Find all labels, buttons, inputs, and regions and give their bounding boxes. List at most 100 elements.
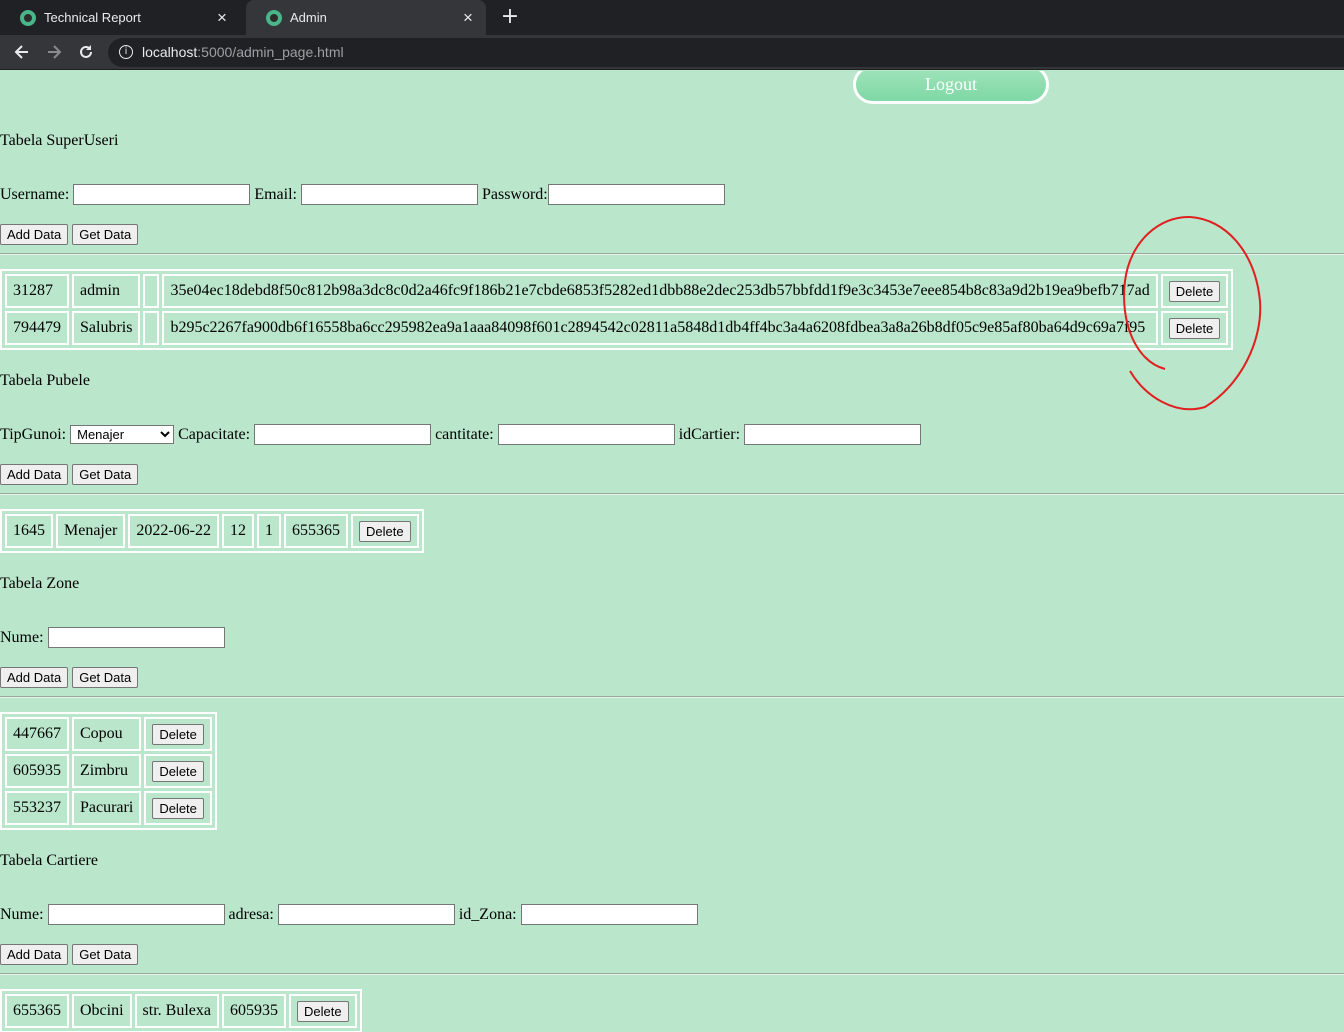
adresa-field[interactable] — [277, 904, 455, 925]
id-cartier-label: idCartier: — [678, 425, 741, 443]
nume-label: Nume: — [0, 628, 44, 646]
tip-gunoi-select[interactable]: Menajer — [70, 425, 175, 444]
table-row: 794479 Salubris b295c2267fa900db6f16558b… — [5, 311, 1229, 345]
username-field[interactable] — [73, 184, 251, 205]
cell-email — [143, 274, 160, 308]
cell-password: b295c2267fa900db6f16558ba6cc295982ea9a1a… — [162, 311, 1158, 345]
table-row: 447667 Copou Delete — [5, 717, 212, 751]
adresa-label: adresa: — [228, 905, 274, 923]
nume-field[interactable] — [47, 627, 225, 648]
email-label: Email: — [254, 185, 297, 203]
cell-id-cartier: 655365 — [283, 514, 348, 548]
pubele-form: TipGunoi: Menajer Capacitate: cantitate:… — [0, 424, 925, 445]
tab-title: Technical Report — [44, 10, 141, 25]
cantitate-field[interactable] — [497, 424, 675, 445]
address-bar[interactable]: i localhost:5000/admin_page.html — [108, 38, 1344, 67]
password-label: Password: — [481, 185, 548, 203]
divider — [0, 253, 1344, 255]
pubele-actions: Add Data Get Data — [0, 464, 142, 485]
cell-id: 794479 — [5, 311, 69, 345]
delete-button[interactable]: Delete — [152, 723, 204, 745]
site-favicon-icon — [20, 9, 36, 26]
browser-tab-bar: Technical Report × Admin × + — [0, 0, 1344, 35]
password-field[interactable] — [547, 184, 725, 205]
capacitate-label: Capacitate: — [178, 425, 251, 443]
cell-data: 2022-06-22 — [128, 514, 219, 548]
delete-button[interactable]: Delete — [152, 797, 204, 819]
superuseri-table: 31287 admin 35e04ec18debd8f50c812b98a3dc… — [0, 269, 1234, 350]
browser-toolbar: i localhost:5000/admin_page.html — [0, 35, 1344, 70]
cell-nume: Obcini — [72, 994, 132, 1028]
reload-icon[interactable] — [72, 38, 100, 66]
table-row: 1645 Menajer 2022-06-22 12 1 655365 Dele… — [5, 514, 419, 548]
zone-form: Nume: — [0, 627, 229, 648]
cell-password: 35e04ec18debd8f50c812b98a3dc8c0d2a46fc9f… — [162, 274, 1158, 308]
new-tab-icon[interactable]: + — [498, 4, 522, 30]
table-row: 31287 admin 35e04ec18debd8f50c812b98a3dc… — [5, 274, 1229, 308]
cell-tip: Menajer — [56, 514, 126, 548]
add-data-button[interactable]: Add Data — [0, 944, 69, 965]
nume-label: Nume: — [0, 905, 44, 923]
zone-title: Tabela Zone — [0, 575, 80, 592]
cell-id: 553237 — [5, 791, 69, 825]
cartiere-table: 655365 Obcini str. Bulexa 605935 Delete — [0, 989, 362, 1032]
cell-capacitate: 12 — [221, 514, 254, 548]
cell-username: admin — [72, 274, 141, 308]
site-favicon-icon — [266, 9, 282, 26]
zone-table: 447667 Copou Delete 605935 Zimbru Delete… — [0, 712, 217, 830]
tab-technical-report[interactable]: Technical Report × — [0, 0, 240, 35]
cartiere-title: Tabela Cartiere — [0, 852, 98, 869]
add-data-button[interactable]: Add Data — [0, 224, 69, 245]
delete-button[interactable]: Delete — [1168, 317, 1221, 339]
cell-email — [143, 311, 160, 345]
logout-button[interactable]: Logout — [853, 71, 1049, 104]
pubele-title: Tabela Pubele — [0, 372, 90, 389]
cell-id: 605935 — [5, 754, 69, 788]
divider — [0, 696, 1344, 698]
cantitate-label: cantitate: — [435, 425, 494, 443]
id-cartier-field[interactable] — [744, 424, 922, 445]
cell-username: Salubris — [72, 311, 141, 345]
arrow-right-icon[interactable] — [40, 38, 68, 66]
delete-button[interactable]: Delete — [152, 760, 204, 782]
arrow-left-icon[interactable] — [8, 38, 36, 66]
close-tab-icon[interactable]: × — [212, 8, 232, 28]
url-text: localhost:5000/admin_page.html — [142, 44, 344, 60]
cell-id: 1645 — [5, 514, 53, 548]
id-zona-field[interactable] — [520, 904, 698, 925]
delete-button[interactable]: Delete — [358, 520, 411, 542]
cell-nume: Zimbru — [72, 754, 142, 788]
username-label: Username: — [0, 185, 70, 203]
capacitate-field[interactable] — [254, 424, 432, 445]
tip-gunoi-label: TipGunoi: — [0, 425, 67, 443]
superuseri-actions: Add Data Get Data — [0, 224, 142, 245]
close-tab-icon[interactable]: × — [458, 8, 478, 28]
get-data-button[interactable]: Get Data — [72, 224, 139, 245]
cell-id: 655365 — [5, 994, 69, 1028]
cell-adresa: str. Bulexa — [134, 994, 219, 1028]
add-data-button[interactable]: Add Data — [0, 667, 69, 688]
add-data-button[interactable]: Add Data — [0, 464, 69, 485]
cartiere-actions: Add Data Get Data — [0, 944, 142, 965]
tab-admin[interactable]: Admin × — [246, 0, 486, 35]
superuseri-title: Tabela SuperUseri — [0, 132, 119, 149]
get-data-button[interactable]: Get Data — [72, 464, 139, 485]
cell-id: 447667 — [5, 717, 69, 751]
delete-button[interactable]: Delete — [296, 1000, 349, 1022]
tab-title: Admin — [290, 10, 327, 25]
email-field[interactable] — [300, 184, 478, 205]
get-data-button[interactable]: Get Data — [72, 944, 139, 965]
pubele-table: 1645 Menajer 2022-06-22 12 1 655365 Dele… — [0, 509, 424, 553]
admin-page: Logout Tabela SuperUseri Username: Email… — [0, 71, 1344, 1032]
cell-cantitate: 1 — [256, 514, 281, 548]
divider — [0, 493, 1344, 495]
info-icon[interactable]: i — [119, 45, 133, 59]
cartiere-form: Nume: adresa: id_Zona: — [0, 904, 702, 925]
table-row: 605935 Zimbru Delete — [5, 754, 212, 788]
cell-nume: Copou — [72, 717, 142, 751]
get-data-button[interactable]: Get Data — [72, 667, 139, 688]
delete-button[interactable]: Delete — [1168, 280, 1221, 302]
table-row: 553237 Pacurari Delete — [5, 791, 212, 825]
nume-field[interactable] — [47, 904, 225, 925]
id-zona-label: id_Zona: — [458, 905, 517, 923]
